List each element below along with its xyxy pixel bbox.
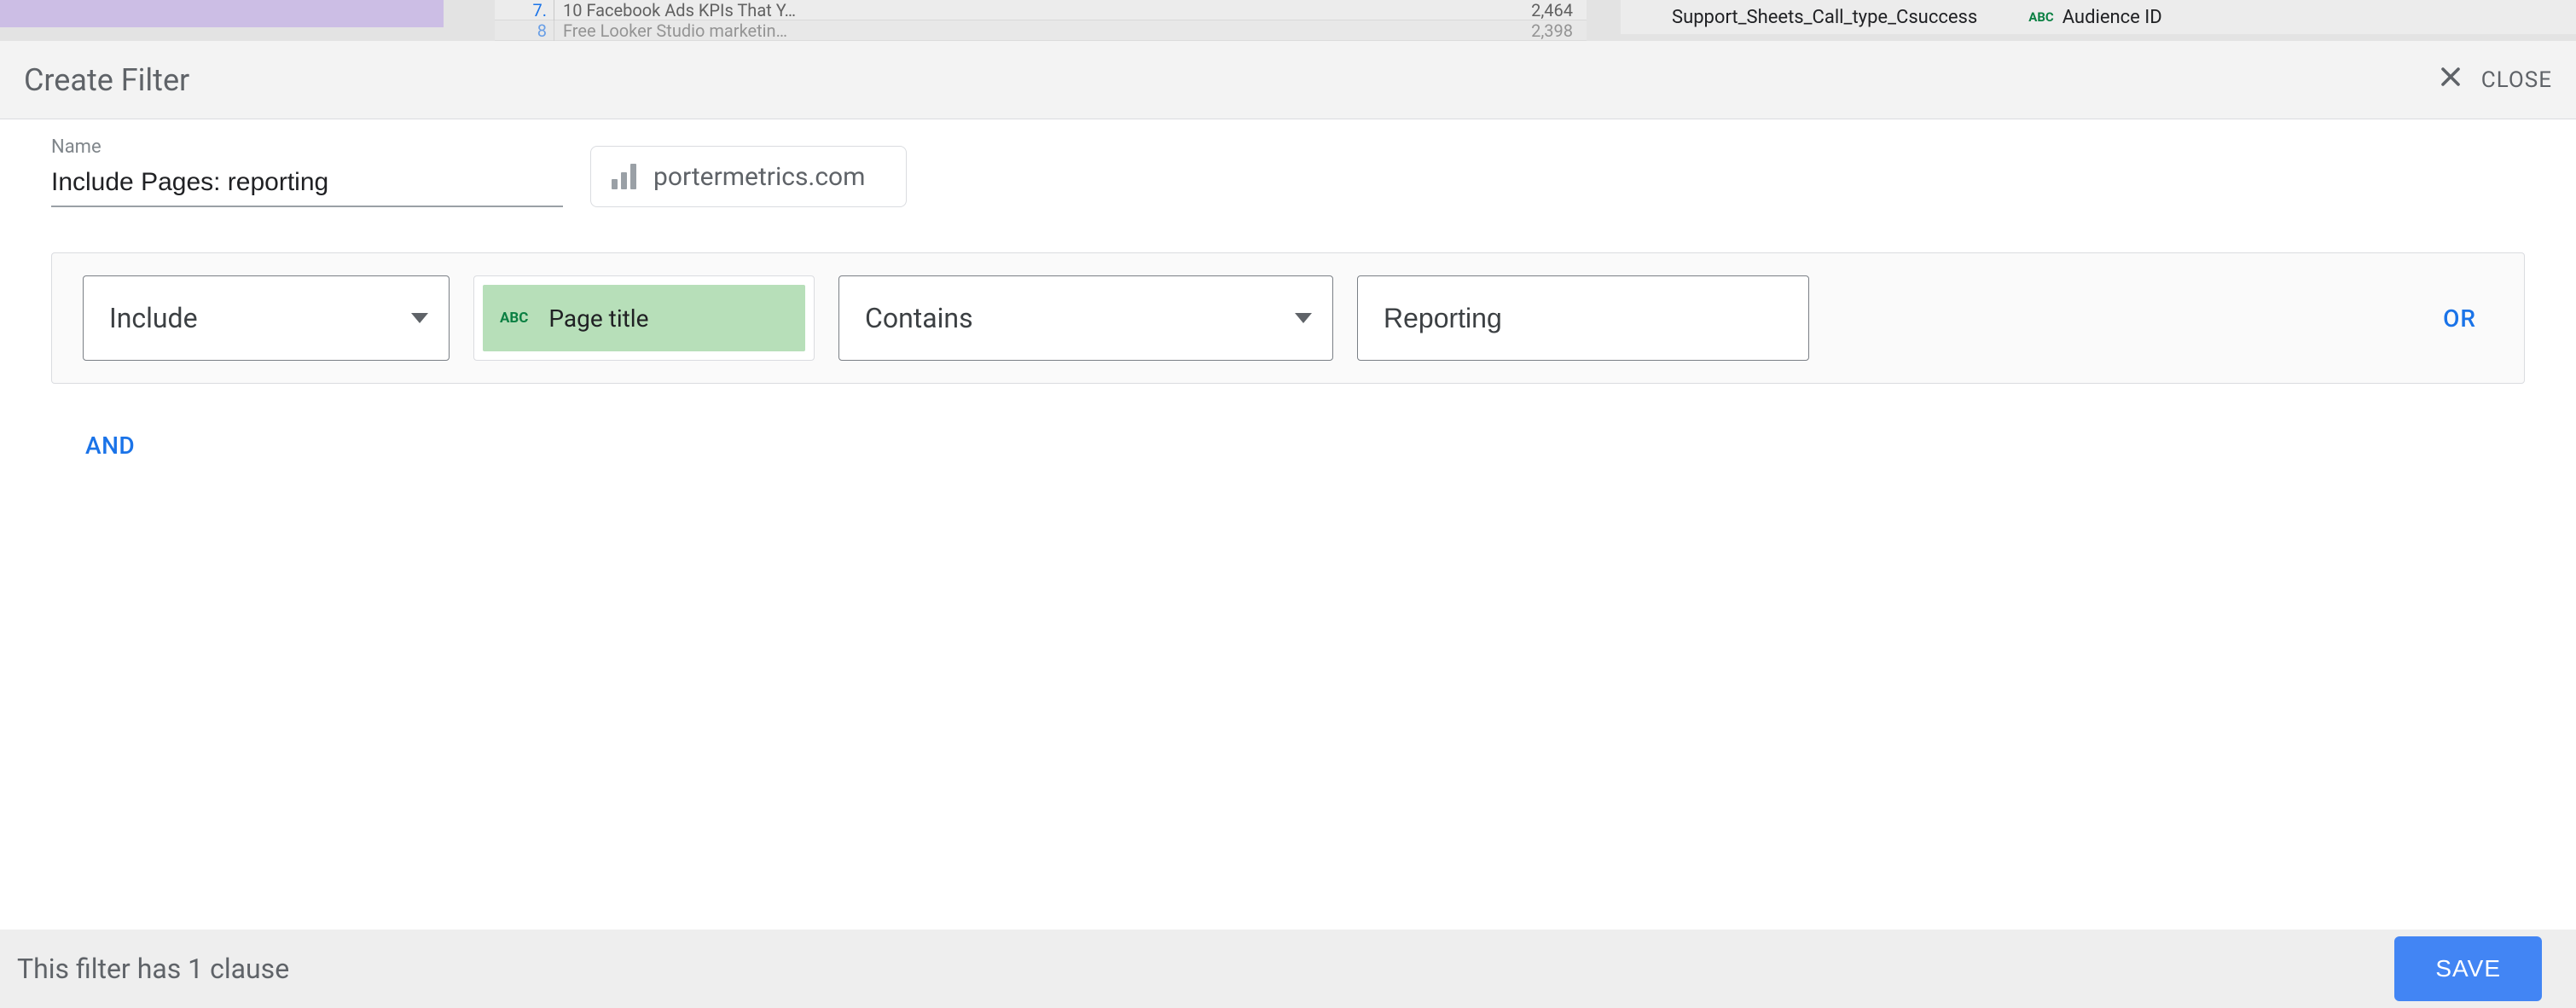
clause-builder: Include ABC Page title Contains OR — [51, 252, 2525, 384]
clause-count-status: This filter has 1 clause — [17, 953, 289, 985]
row-value: 2,398 — [1484, 20, 1587, 41]
row-title: 10 Facebook Ads KPIs That Y… — [554, 0, 1484, 20]
bg-field-label: Audience ID — [2063, 7, 2162, 28]
row-title: Free Looker Studio marketin… — [554, 20, 1484, 41]
filter-name-field: Name — [51, 136, 563, 207]
bg-table: 7. 10 Facebook Ads KPIs That Y… 2,464 8 … — [495, 0, 1587, 41]
row-index: 8 — [495, 20, 554, 41]
bg-field-chip: ABC Audience ID — [2028, 7, 2161, 28]
dimension-chip: ABC Page title — [483, 285, 805, 351]
include-label: Include — [109, 302, 198, 334]
row-value: 2,464 — [1484, 0, 1587, 20]
add-and-button[interactable]: AND — [85, 432, 135, 460]
abc-icon: ABC — [2028, 9, 2053, 25]
dimension-label: Page title — [548, 304, 648, 333]
bg-right-panel: Support_Sheets_Call_type_Csuccess ABC Au… — [1621, 0, 2576, 34]
data-source-chip[interactable]: portermetrics.com — [590, 146, 907, 207]
condition-value-input[interactable] — [1357, 275, 1809, 361]
background-strip: 7. 10 Facebook Ads KPIs That Y… 2,464 8 … — [0, 0, 2576, 41]
condition-label: Contains — [865, 302, 973, 334]
modal-footer: This filter has 1 clause SAVE — [0, 930, 2576, 1008]
condition-select[interactable]: Contains — [838, 275, 1333, 361]
bg-purple-block — [0, 0, 444, 27]
name-label: Name — [51, 136, 563, 158]
close-icon — [2435, 61, 2466, 98]
modal-title: Create Filter — [24, 62, 189, 98]
include-exclude-select[interactable]: Include — [83, 275, 450, 361]
chevron-down-icon — [1295, 313, 1312, 323]
close-label: CLOSE — [2481, 67, 2552, 93]
dimension-field-picker[interactable]: ABC Page title — [473, 275, 815, 361]
bg-report-name: Support_Sheets_Call_type_Csuccess — [1672, 7, 1977, 28]
modal-header: Create Filter CLOSE — [0, 41, 2576, 119]
table-row: 8 Free Looker Studio marketin… 2,398 — [495, 20, 1587, 41]
data-source-label: portermetrics.com — [653, 162, 865, 192]
table-row: 7. 10 Facebook Ads KPIs That Y… 2,464 — [495, 0, 1587, 20]
save-button[interactable]: SAVE — [2394, 936, 2542, 1001]
abc-icon: ABC — [500, 310, 528, 327]
name-source-row: Name portermetrics.com — [51, 136, 2525, 207]
chevron-down-icon — [411, 313, 428, 323]
close-button[interactable]: CLOSE — [2435, 61, 2552, 98]
data-source-icon — [612, 164, 636, 189]
add-or-button[interactable]: OR — [2443, 304, 2493, 333]
row-index: 7. — [495, 0, 554, 20]
filter-name-input[interactable] — [51, 163, 563, 207]
